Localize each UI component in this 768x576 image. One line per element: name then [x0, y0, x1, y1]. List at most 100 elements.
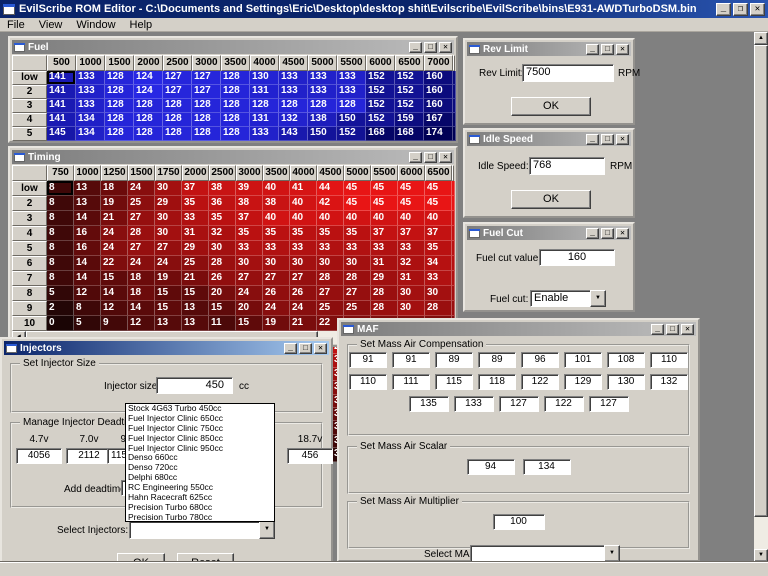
minimize-icon[interactable]: _	[409, 152, 422, 163]
timing-cell[interactable]: 30	[398, 286, 425, 301]
maximize-icon[interactable]: □	[666, 324, 679, 335]
fuel-cell[interactable]: 152	[366, 71, 395, 85]
timing-cell[interactable]: 33	[398, 241, 425, 256]
idle-speed-titlebar[interactable]: Idle Speed _ □ ✕	[467, 132, 631, 146]
timing-cell[interactable]: 27	[263, 271, 290, 286]
vertical-scroll-thumb[interactable]	[754, 45, 768, 517]
maf-compensation-input[interactable]: 91	[349, 352, 387, 368]
maf-compensation-input[interactable]: 133	[454, 396, 494, 412]
timing-cell[interactable]: 24	[101, 226, 128, 241]
close-icon[interactable]: ✕	[750, 3, 765, 16]
timing-cell[interactable]: 40	[371, 211, 398, 226]
timing-cell[interactable]: 41	[290, 181, 317, 196]
fuel-cell[interactable]: 152	[337, 127, 366, 141]
maf-compensation-input[interactable]: 127	[499, 396, 539, 412]
timing-cell[interactable]: 8	[47, 211, 74, 226]
timing-cell[interactable]: 30	[155, 226, 182, 241]
timing-cell[interactable]: 37	[425, 226, 452, 241]
timing-cell[interactable]: 40	[398, 211, 425, 226]
select-maf-combobox[interactable]: ▼	[470, 545, 620, 562]
timing-cell[interactable]: 30	[398, 301, 425, 316]
fuel-cell[interactable]: 145	[47, 127, 76, 141]
timing-cell[interactable]: 28	[317, 271, 344, 286]
fuel-cell[interactable]: 128	[105, 127, 134, 141]
timing-cell[interactable]: 27	[236, 271, 263, 286]
timing-cell[interactable]: 35	[182, 196, 209, 211]
timing-cell[interactable]: 45	[398, 196, 425, 211]
injector-size-input[interactable]: 450	[156, 377, 233, 394]
minimize-icon[interactable]: _	[586, 134, 599, 145]
menu-item-help[interactable]: Help	[123, 18, 160, 32]
timing-cell[interactable]: 29	[371, 271, 398, 286]
timing-cell[interactable]: 30	[290, 256, 317, 271]
timing-cell[interactable]: 42	[317, 196, 344, 211]
fuel-cell[interactable]: 133	[279, 85, 308, 99]
idle-speed-input[interactable]: 768	[529, 157, 605, 175]
fuel-cell[interactable]: 133	[76, 99, 105, 113]
fuel-cell[interactable]: 160	[424, 71, 453, 85]
injectors-titlebar[interactable]: Injectors _ □ ✕	[4, 341, 329, 355]
timing-cell[interactable]: 24	[155, 256, 182, 271]
fuel-cell[interactable]: 160	[424, 99, 453, 113]
timing-cell[interactable]: 33	[425, 271, 452, 286]
timing-cell[interactable]: 13	[155, 316, 182, 331]
timing-cell[interactable]: 37	[236, 211, 263, 226]
restore-icon[interactable]: ❐	[733, 3, 748, 16]
rev-limit-input[interactable]: 7500	[522, 64, 614, 82]
timing-cell[interactable]: 8	[47, 256, 74, 271]
maf-titlebar[interactable]: MAF _ □ ✕	[341, 322, 696, 336]
timing-cell[interactable]: 0	[47, 316, 74, 331]
deadtime-value-input[interactable]: 4056	[16, 448, 62, 464]
maf-compensation-input[interactable]: 110	[650, 352, 688, 368]
fuel-cell[interactable]: 128	[134, 127, 163, 141]
close-icon[interactable]: ✕	[616, 228, 629, 239]
maximize-icon[interactable]: □	[601, 134, 614, 145]
fuel-cell[interactable]: 133	[337, 85, 366, 99]
maf-compensation-input[interactable]: 89	[435, 352, 473, 368]
fuel-cell[interactable]: 152	[395, 85, 424, 99]
menu-item-view[interactable]: View	[32, 18, 70, 32]
fuel-cell[interactable]: 174	[424, 127, 453, 141]
fuel-cell[interactable]: 128	[134, 99, 163, 113]
timing-cell[interactable]: 30	[263, 256, 290, 271]
fuel-cell[interactable]: 134	[76, 113, 105, 127]
timing-cell[interactable]: 24	[101, 241, 128, 256]
timing-cell[interactable]: 29	[182, 241, 209, 256]
fuel-cell[interactable]: 141	[47, 71, 76, 85]
deadtime-value-input[interactable]: 2112	[66, 448, 112, 464]
fuel-cell[interactable]: 128	[221, 71, 250, 85]
scroll-track[interactable]	[754, 517, 768, 549]
timing-cell[interactable]: 25	[317, 301, 344, 316]
timing-cell[interactable]: 25	[128, 196, 155, 211]
timing-cell[interactable]: 35	[236, 226, 263, 241]
timing-cell[interactable]: 40	[290, 211, 317, 226]
timing-cell[interactable]: 37	[371, 226, 398, 241]
fuel-cut-combobox[interactable]: Enable ▼	[530, 290, 606, 307]
minimize-icon[interactable]: _	[586, 44, 599, 55]
timing-cell[interactable]: 16	[74, 226, 101, 241]
timing-cell[interactable]: 14	[128, 301, 155, 316]
maf-compensation-input[interactable]: 122	[521, 374, 559, 390]
fuel-cell[interactable]: 133	[250, 127, 279, 141]
fuel-cell[interactable]: 128	[105, 99, 134, 113]
timing-cell[interactable]: 8	[47, 196, 74, 211]
minimize-icon[interactable]: _	[716, 3, 731, 16]
timing-cell[interactable]: 8	[47, 271, 74, 286]
timing-cell[interactable]: 13	[182, 316, 209, 331]
maf-compensation-input[interactable]: 115	[435, 374, 473, 390]
timing-cell[interactable]: 33	[344, 241, 371, 256]
fuel-cell[interactable]: 133	[337, 71, 366, 85]
timing-cell[interactable]: 8	[47, 181, 74, 196]
timing-cell[interactable]: 12	[128, 316, 155, 331]
timing-cell[interactable]: 40	[425, 211, 452, 226]
fuel-cell[interactable]: 143	[279, 127, 308, 141]
timing-cell[interactable]: 37	[398, 226, 425, 241]
timing-cell[interactable]: 35	[344, 226, 371, 241]
maf-compensation-input[interactable]: 111	[392, 374, 430, 390]
deadtime-value-input[interactable]: 456	[287, 448, 333, 464]
fuel-cell[interactable]: 128	[221, 85, 250, 99]
timing-cell[interactable]: 38	[236, 196, 263, 211]
timing-cell[interactable]: 32	[398, 256, 425, 271]
timing-cell[interactable]: 27	[128, 211, 155, 226]
timing-cell[interactable]: 30	[209, 241, 236, 256]
